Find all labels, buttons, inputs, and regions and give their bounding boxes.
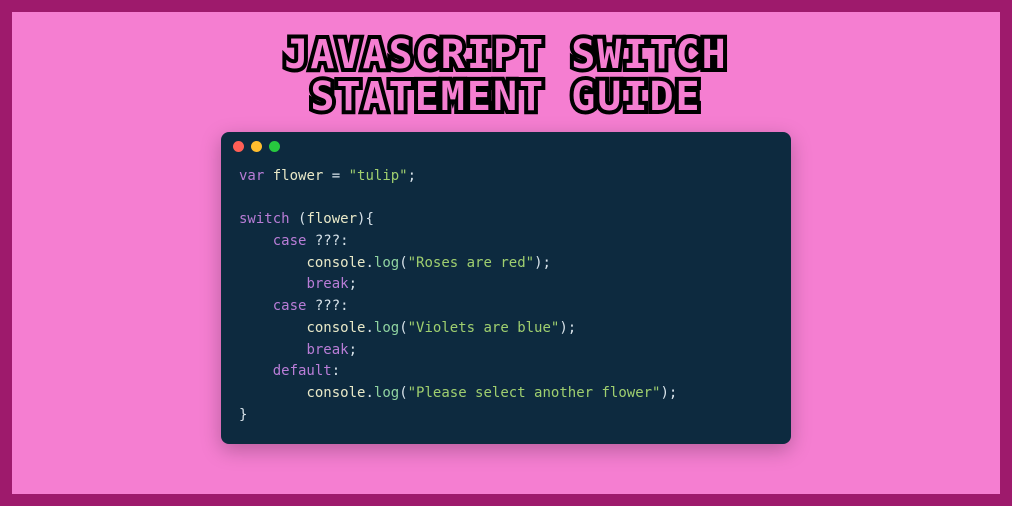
paren2-open: (: [399, 320, 407, 336]
minimize-icon: [251, 141, 262, 152]
code-editor-window: var flower = "tulip"; switch (flower){ c…: [221, 132, 791, 444]
keyword-var: var: [239, 168, 264, 184]
title-line-2: STATEMENT GUIDE: [310, 74, 701, 120]
paren-open: (: [290, 211, 307, 227]
equals: =: [323, 168, 348, 184]
paren3-close: );: [661, 385, 678, 401]
brace-open: ){: [357, 211, 374, 227]
window-titlebar: [221, 132, 791, 160]
default-colon: :: [332, 363, 340, 379]
maximize-icon: [269, 141, 280, 152]
keyword-break2: break: [306, 342, 348, 358]
keyword-default: default: [273, 363, 332, 379]
paren1-open: (: [399, 255, 407, 271]
identifier-flower2: flower: [306, 211, 357, 227]
paren1-close: );: [534, 255, 551, 271]
brace-close: }: [239, 407, 247, 423]
dot3: .: [365, 385, 373, 401]
log1: log: [374, 255, 399, 271]
semicolon-break2: ;: [349, 342, 357, 358]
identifier-flower: flower: [273, 168, 324, 184]
console1: console: [306, 255, 365, 271]
title-line-1: JAVASCRIPT SWITCH: [284, 32, 727, 78]
dot1: .: [365, 255, 373, 271]
string-violets: "Violets are blue": [408, 320, 560, 336]
string-select: "Please select another flower": [408, 385, 661, 401]
keyword-case2: case: [273, 298, 307, 314]
console2: console: [306, 320, 365, 336]
paren2-close: );: [559, 320, 576, 336]
keyword-case1: case: [273, 233, 307, 249]
keyword-switch: switch: [239, 211, 290, 227]
dot2: .: [365, 320, 373, 336]
string-roses: "Roses are red": [408, 255, 534, 271]
log3: log: [374, 385, 399, 401]
keyword-break1: break: [306, 276, 348, 292]
semicolon: ;: [408, 168, 416, 184]
close-icon: [233, 141, 244, 152]
case2-placeholder: ???:: [306, 298, 348, 314]
paren3-open: (: [399, 385, 407, 401]
code-block: var flower = "tulip"; switch (flower){ c…: [221, 160, 791, 444]
string-tulip: "tulip": [349, 168, 408, 184]
page-title: JAVASCRIPT SWITCH STATEMENT GUIDE: [284, 34, 727, 118]
case1-placeholder: ???:: [306, 233, 348, 249]
semicolon-break1: ;: [349, 276, 357, 292]
content-frame: JAVASCRIPT SWITCH STATEMENT GUIDE var fl…: [12, 12, 1000, 494]
console3: console: [306, 385, 365, 401]
log2: log: [374, 320, 399, 336]
